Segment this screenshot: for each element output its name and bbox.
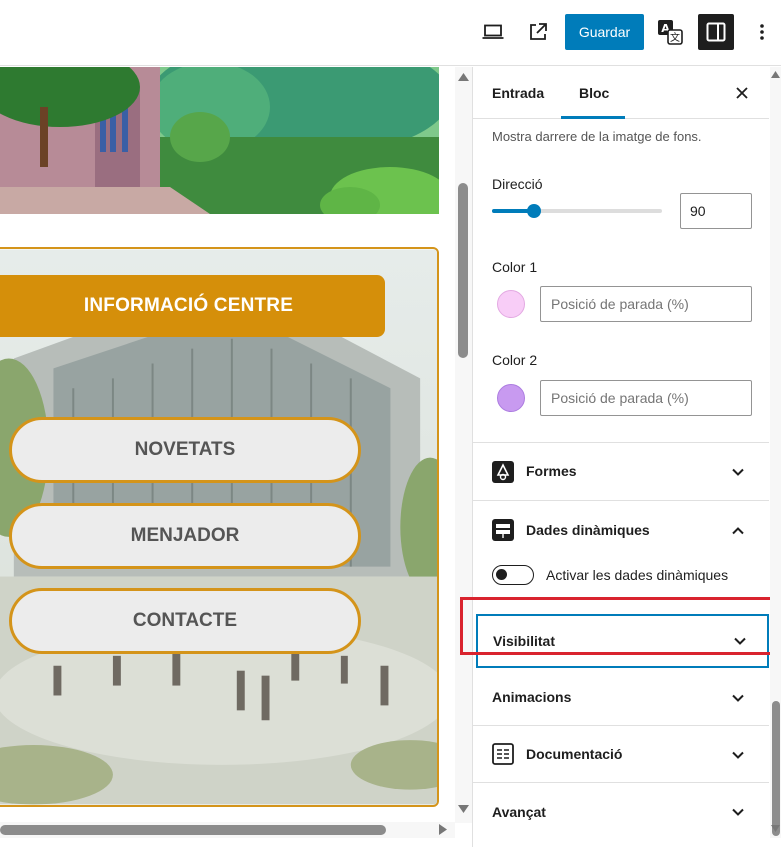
chevron-down-icon	[732, 808, 744, 816]
scroll-down-arrow-icon[interactable]	[771, 825, 780, 832]
nav-button-contacte[interactable]: CONTACTE	[9, 588, 361, 654]
color2-label: Color 2	[492, 352, 538, 368]
color2-stop-input[interactable]: Posició de parada (%)	[540, 380, 752, 416]
toggle-knob	[496, 569, 507, 580]
translate-icon[interactable]: A文	[654, 16, 686, 48]
color2-swatch[interactable]	[497, 384, 525, 412]
external-link-icon[interactable]	[522, 16, 554, 48]
laptop-icon[interactable]	[477, 16, 509, 48]
direction-slider-thumb[interactable]	[527, 204, 541, 218]
section-formes[interactable]: Formes	[473, 443, 769, 500]
close-icon[interactable]	[729, 80, 755, 106]
scroll-right-arrow-icon[interactable]	[439, 824, 447, 835]
highlight-annotation	[460, 597, 778, 655]
editor-toolbar: Guardar A文	[0, 0, 781, 66]
save-button[interactable]: Guardar	[565, 14, 644, 50]
color1-stop-input[interactable]: Posició de parada (%)	[540, 286, 752, 322]
section-animacions[interactable]: Animacions	[473, 670, 769, 725]
nav-button-menjador[interactable]: MENJADOR	[9, 503, 361, 569]
canvas-vertical-scroll-thumb[interactable]	[458, 183, 468, 358]
svg-text:文: 文	[670, 31, 680, 44]
color1-label: Color 1	[492, 259, 538, 275]
more-vertical-icon[interactable]	[746, 16, 778, 48]
section-dades-dinamiques[interactable]: Dades dinàmiques	[473, 501, 769, 561]
scroll-up-arrow-icon[interactable]	[771, 71, 780, 78]
section-avancat[interactable]: Avançat	[473, 783, 769, 839]
section-documentacio[interactable]: Documentació	[473, 726, 769, 782]
section-dades-title: Dades dinàmiques	[526, 522, 650, 538]
database-icon	[492, 519, 514, 541]
dynamic-data-toggle-label: Activar les dades dinàmiques	[546, 567, 729, 583]
direction-slider-track[interactable]	[492, 209, 662, 213]
tab-entrada[interactable]: Entrada	[492, 67, 544, 119]
dynamic-data-toggle[interactable]	[492, 565, 534, 585]
hero-illustration	[0, 67, 439, 214]
document-icon	[492, 743, 514, 765]
scroll-up-arrow-icon[interactable]	[458, 73, 469, 81]
section-avancat-title: Avançat	[492, 804, 546, 820]
chevron-down-icon	[732, 694, 744, 702]
scroll-down-arrow-icon[interactable]	[458, 805, 469, 813]
color1-swatch[interactable]	[497, 290, 525, 318]
block-settings-sidebar: Entrada Bloc Mostra darrere de la imatge…	[472, 67, 769, 847]
section-documentacio-title: Documentació	[526, 746, 623, 762]
active-tab-indicator	[561, 116, 625, 119]
buttons-panel[interactable]: INFORMACIÓ CENTRE NOVETATS MENJADOR CONT…	[0, 247, 439, 807]
chevron-up-icon	[732, 527, 744, 535]
direction-label: Direcció	[492, 176, 543, 192]
sidebar-scroll-thumb[interactable]	[772, 701, 780, 836]
sidebar-vertical-scrollbar[interactable]	[770, 67, 781, 838]
canvas-horizontal-scroll-thumb[interactable]	[0, 825, 386, 835]
shapes-icon	[492, 461, 514, 483]
canvas-vertical-scrollbar[interactable]	[455, 67, 472, 823]
sidebar-toggle-icon[interactable]	[698, 14, 734, 50]
nav-button-novetats[interactable]: NOVETATS	[9, 417, 361, 483]
chevron-down-icon	[732, 468, 744, 476]
section-formes-title: Formes	[526, 463, 577, 479]
editor-canvas[interactable]: INFORMACIÓ CENTRE NOVETATS MENJADOR CONT…	[0, 67, 455, 823]
canvas-horizontal-scrollbar[interactable]	[0, 822, 455, 838]
tab-bloc[interactable]: Bloc	[579, 67, 609, 119]
info-centre-button[interactable]: INFORMACIÓ CENTRE	[0, 275, 385, 337]
direction-input[interactable]: 90	[680, 193, 752, 229]
chevron-down-icon	[732, 751, 744, 759]
background-help-text: Mostra darrere de la imatge de fons.	[492, 129, 702, 144]
section-animacions-title: Animacions	[492, 689, 572, 705]
sidebar-tabs: Entrada Bloc	[473, 67, 769, 119]
